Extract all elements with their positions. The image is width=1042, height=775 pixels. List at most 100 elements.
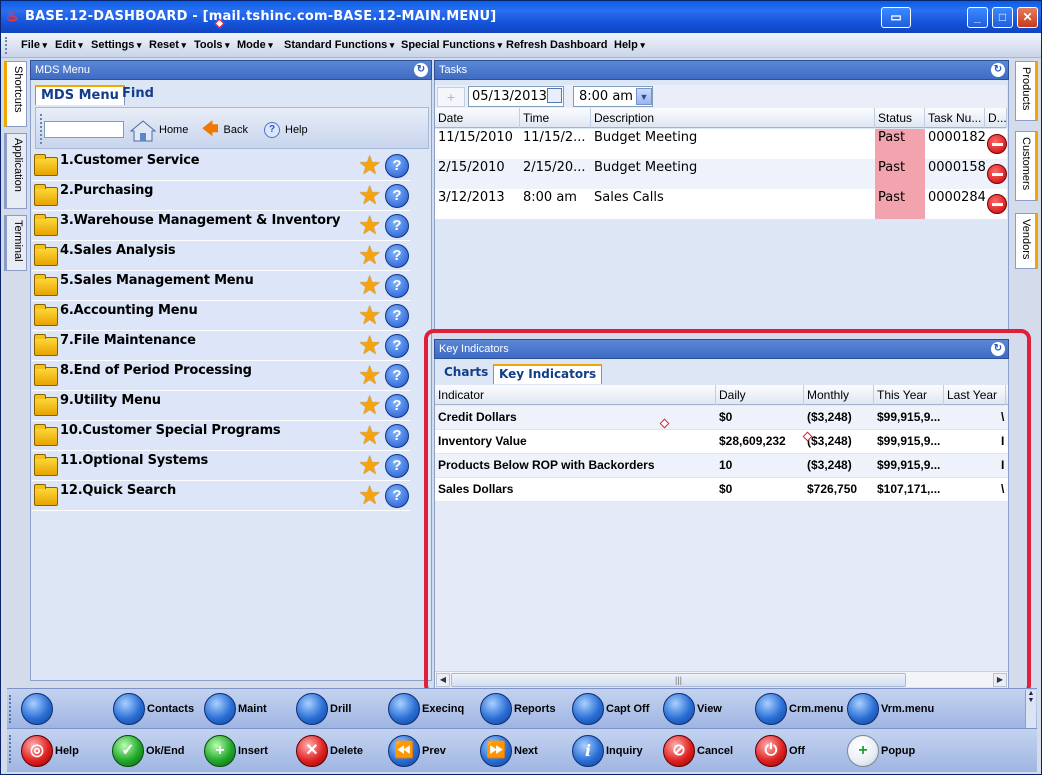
table-row[interactable]: 11/15/2010 11/15/2... Budget Meeting Pas…: [435, 129, 1007, 159]
tab-key-indicators[interactable]: Key Indicators: [493, 364, 603, 384]
menu-item[interactable]: 6.Accounting Menu ★?: [32, 301, 410, 331]
menu-item[interactable]: 1.Customer Service ★?: [32, 151, 410, 181]
question-icon[interactable]: ?: [385, 454, 409, 478]
favorite-star-icon[interactable]: ★: [358, 482, 384, 508]
table-row[interactable]: Sales Dollars $0 $726,750 $107,171,... \: [435, 478, 1008, 502]
favorite-star-icon[interactable]: ★: [358, 392, 384, 418]
maximize-button[interactable]: □: [992, 7, 1013, 28]
toolbar-grip[interactable]: [9, 735, 11, 763]
table-row[interactable]: 2/15/2010 2/15/20... Budget Meeting Past…: [435, 159, 1007, 189]
add-task-button[interactable]: +: [437, 87, 465, 107]
col-indicator[interactable]: Indicator: [435, 385, 716, 405]
tab-mds-menu[interactable]: MDS Menu: [35, 85, 125, 105]
scroll-left-icon[interactable]: ◀: [436, 673, 450, 687]
table-row[interactable]: Inventory Value $28,609,232 ($3,248) $99…: [435, 430, 1008, 454]
menu-item[interactable]: 10.Customer Special Programs ★?: [32, 421, 410, 451]
restore-tool-icon[interactable]: ▭: [881, 7, 911, 28]
favorite-star-icon[interactable]: ★: [358, 332, 384, 358]
menu-edit[interactable]: Edit: [55, 39, 83, 51]
col-monthly[interactable]: Monthly: [804, 385, 874, 405]
question-icon[interactable]: ?: [385, 214, 409, 238]
menu-item[interactable]: 7.File Maintenance ★?: [32, 331, 410, 361]
delete-icon[interactable]: [987, 134, 1007, 154]
question-icon[interactable]: ?: [385, 244, 409, 268]
toolbar-overflow-icon[interactable]: ▲ ▼: [1025, 690, 1036, 728]
col-this-year[interactable]: This Year: [874, 385, 944, 405]
col-time[interactable]: Time: [520, 108, 591, 128]
table-row[interactable]: Products Below ROP with Backorders 10 ($…: [435, 454, 1008, 478]
question-icon[interactable]: ?: [385, 364, 409, 388]
refresh-icon[interactable]: ↻: [991, 63, 1005, 77]
menu-item[interactable]: 5.Sales Management Menu ★?: [32, 271, 410, 301]
tab-vendors[interactable]: Vendors: [1015, 213, 1038, 269]
question-icon[interactable]: ?: [385, 154, 409, 178]
toolbar-grip[interactable]: [40, 114, 42, 144]
favorite-star-icon[interactable]: ★: [358, 242, 384, 268]
question-icon[interactable]: ?: [385, 394, 409, 418]
close-button[interactable]: ✕: [1017, 7, 1038, 28]
menu-item[interactable]: 2.Purchasing ★?: [32, 181, 410, 211]
favorite-star-icon[interactable]: ★: [358, 182, 384, 208]
favorite-star-icon[interactable]: ★: [358, 422, 384, 448]
tab-find[interactable]: Find: [117, 85, 159, 105]
menu-search-input[interactable]: [44, 121, 124, 138]
favorite-star-icon[interactable]: ★: [358, 452, 384, 478]
menu-reset[interactable]: Reset: [149, 39, 186, 51]
menu-tools[interactable]: Tools: [194, 39, 230, 51]
col-last-year[interactable]: Last Year: [944, 385, 1006, 405]
favorite-star-icon[interactable]: ★: [358, 272, 384, 298]
help-button[interactable]: ? Help: [264, 120, 308, 140]
menu-item[interactable]: 9.Utility Menu ★?: [32, 391, 410, 421]
table-row[interactable]: 3/12/2013 8:00 am Sales Calls Past 00002…: [435, 189, 1007, 219]
table-row[interactable]: Credit Dollars $0 ($3,248) $99,915,9... …: [435, 406, 1008, 430]
menu-settings[interactable]: Settings: [91, 39, 141, 51]
question-icon[interactable]: ?: [385, 184, 409, 208]
app-icon[interactable]: ♨: [6, 8, 20, 26]
favorite-star-icon[interactable]: ★: [358, 152, 384, 178]
tab-application[interactable]: Application: [4, 133, 27, 209]
favorite-star-icon[interactable]: ★: [358, 302, 384, 328]
question-icon[interactable]: ?: [385, 484, 409, 508]
menu-mode[interactable]: Mode: [237, 39, 273, 51]
question-icon[interactable]: ?: [385, 274, 409, 298]
toolbar-grip[interactable]: [9, 695, 11, 723]
question-icon[interactable]: ?: [385, 304, 409, 328]
delete-icon[interactable]: [987, 164, 1007, 184]
back-button[interactable]: 🡄 Back: [202, 120, 248, 140]
scroll-thumb[interactable]: |||: [451, 673, 906, 687]
tab-shortcuts[interactable]: Shortcuts: [4, 61, 27, 127]
col-description[interactable]: Description: [591, 108, 875, 128]
menu-item[interactable]: 11.Optional Systems ★?: [32, 451, 410, 481]
delete-icon[interactable]: [987, 194, 1007, 214]
question-icon[interactable]: ?: [385, 424, 409, 448]
menu-item[interactable]: 4.Sales Analysis ★?: [32, 241, 410, 271]
tab-customers[interactable]: Customers: [1015, 131, 1038, 201]
calendar-icon[interactable]: [547, 88, 562, 103]
menu-item[interactable]: 8.End of Period Processing ★?: [32, 361, 410, 391]
col-date[interactable]: Date: [435, 108, 520, 128]
refresh-icon[interactable]: ↻: [991, 342, 1005, 356]
favorite-star-icon[interactable]: ★: [358, 362, 384, 388]
chevron-down-icon[interactable]: ▼: [636, 88, 652, 105]
minimize-button[interactable]: _: [967, 7, 988, 28]
menu-refresh-dashboard[interactable]: Refresh Dashboard: [506, 39, 607, 51]
horizontal-scrollbar[interactable]: ◀ ||| ▶: [435, 671, 1008, 687]
home-button[interactable]: Home: [129, 120, 188, 142]
question-icon[interactable]: ?: [385, 334, 409, 358]
favorite-star-icon[interactable]: ★: [358, 212, 384, 238]
menubar-grip[interactable]: [5, 37, 8, 54]
scroll-right-icon[interactable]: ▶: [993, 673, 1007, 687]
tab-terminal[interactable]: Terminal: [4, 215, 27, 271]
col-delete[interactable]: D...: [985, 108, 1007, 128]
tab-products[interactable]: Products: [1015, 61, 1038, 121]
refresh-icon[interactable]: ↻: [414, 63, 428, 77]
menu-special-functions[interactable]: Special Functions: [401, 39, 502, 51]
col-daily[interactable]: Daily: [716, 385, 804, 405]
menu-help[interactable]: Help: [614, 39, 645, 51]
menu-item[interactable]: 12.Quick Search ★?: [32, 481, 410, 511]
menu-item[interactable]: 3.Warehouse Management & Inventory ★?: [32, 211, 410, 241]
menu-file[interactable]: File: [21, 39, 47, 51]
tab-charts[interactable]: Charts: [439, 364, 493, 384]
title-bar[interactable]: ♨ BASE.12-DASHBOARD - [mail.tshinc.com-B…: [1, 1, 1041, 33]
col-status[interactable]: Status: [875, 108, 925, 128]
